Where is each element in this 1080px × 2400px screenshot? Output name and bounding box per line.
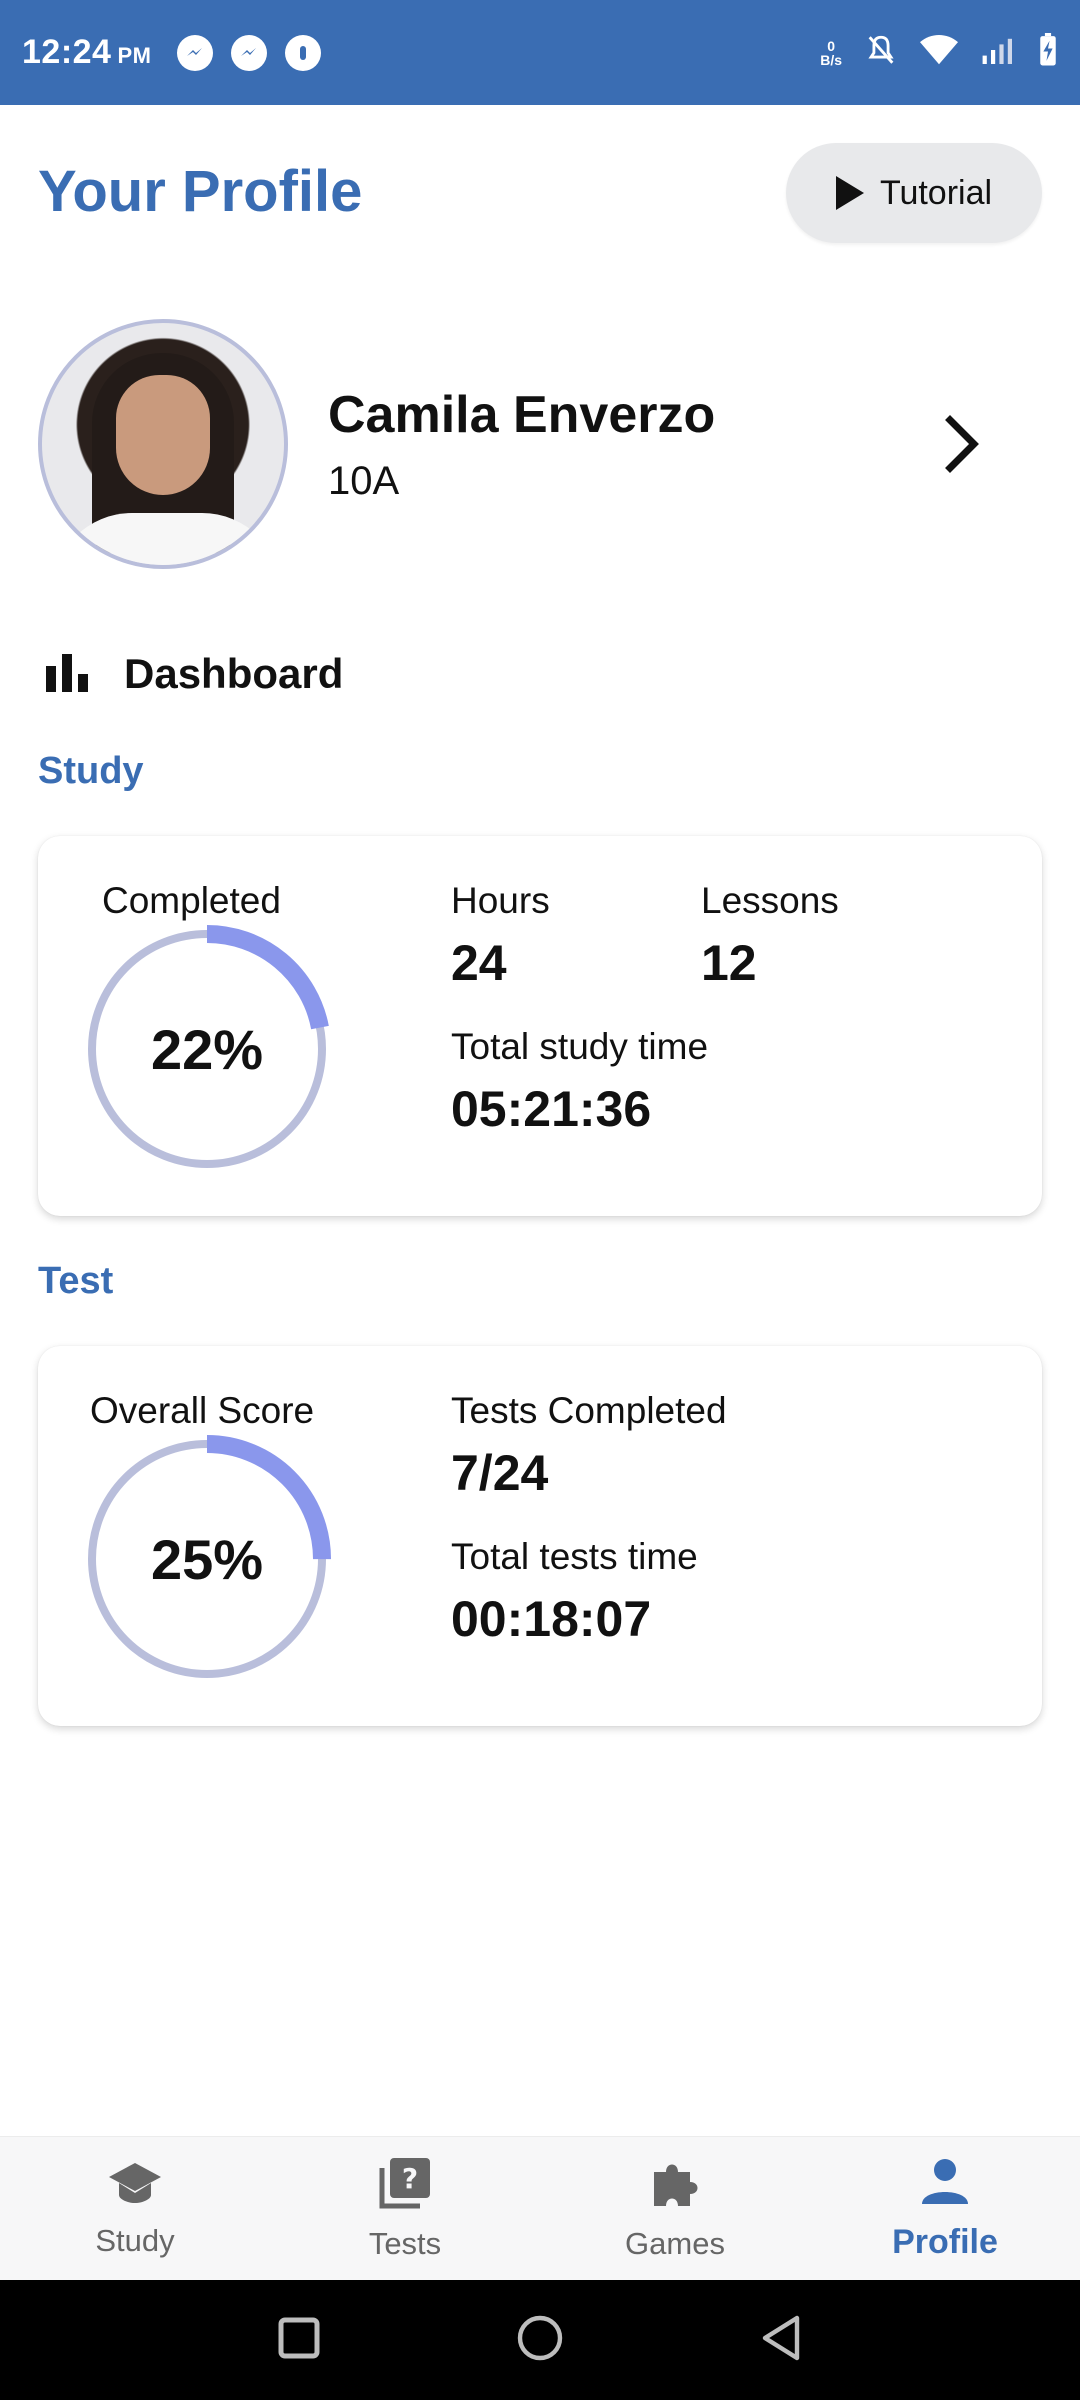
puzzle-icon [648, 2156, 702, 2218]
tests-completed-label: Tests Completed [451, 1390, 727, 1431]
back-triangle-icon[interactable] [759, 2314, 803, 2367]
overall-score-value: 25% [150, 1527, 264, 1591]
test-section-label: Test [38, 1260, 114, 1302]
svg-text:?: ? [402, 2162, 418, 2195]
bottom-nav: Study ? Tests Games Profile [0, 2136, 1080, 2280]
tests-completed-value: 7/24 [451, 1445, 549, 1501]
lessons-value: 12 [701, 935, 757, 991]
completed-label: Completed [102, 880, 281, 921]
profile-info: Camila Enverzo 10A [328, 385, 715, 504]
avatar [38, 319, 288, 569]
hours-value: 24 [451, 935, 507, 991]
recents-square-icon[interactable] [277, 2316, 321, 2365]
app-notification-icon [285, 34, 322, 71]
wifi-icon [920, 34, 958, 71]
completed-value: 22% [150, 1017, 264, 1081]
page-title: Your Profile [38, 159, 363, 224]
muted-bell-icon [864, 33, 898, 72]
messenger-icon [177, 34, 214, 71]
status-right: 0 B/s [820, 33, 1058, 72]
study-card: Completed 22% Hours 24 Lessons 12 Total … [38, 836, 1042, 1216]
nav-label-tests: Tests [368, 2225, 442, 2261]
graduation-cap-icon [107, 2159, 163, 2215]
lessons-label: Lessons [701, 880, 839, 921]
battery-icon [1038, 33, 1058, 72]
nav-label-study: Study [95, 2222, 175, 2258]
total-tests-time-value: 00:18:07 [451, 1591, 652, 1647]
status-time: 12:24 PM [22, 33, 152, 71]
profile-row[interactable]: Camila Enverzo 10A [38, 318, 1042, 570]
hours-label: Hours [451, 880, 550, 921]
total-tests-time-label: Total tests time [451, 1536, 698, 1577]
system-nav-bar [0, 2280, 1080, 2400]
notification-icons [177, 34, 322, 71]
study-section-label: Study [38, 750, 144, 792]
test-score-ring: 25% [82, 1434, 332, 1684]
play-icon [835, 176, 864, 210]
test-card: Overall Score 25% Tests Completed 7/24 T… [38, 1346, 1042, 1726]
profile-name: Camila Enverzo [328, 385, 716, 444]
home-circle-icon[interactable] [516, 2314, 564, 2367]
nav-item-study[interactable]: Study [0, 2137, 270, 2280]
messenger-icon [231, 34, 268, 71]
nav-label-profile: Profile [892, 2222, 998, 2261]
study-progress-ring: 22% [82, 924, 332, 1174]
status-bar: 12:24 PM 0 B/s [0, 0, 1080, 105]
chevron-right-icon[interactable] [942, 414, 982, 474]
nav-item-tests[interactable]: ? Tests [270, 2137, 540, 2280]
overall-score-label: Overall Score [90, 1390, 315, 1431]
bar-chart-icon [44, 652, 90, 697]
profile-class: 10A [328, 458, 400, 503]
tutorial-button[interactable]: Tutorial [786, 143, 1042, 243]
person-icon [920, 2156, 970, 2215]
nav-item-games[interactable]: Games [540, 2137, 810, 2280]
network-speed: 0 B/s [820, 37, 842, 68]
total-study-time-label: Total study time [451, 1026, 709, 1067]
tutorial-label: Tutorial [879, 173, 993, 212]
dashboard-label: Dashboard [124, 650, 344, 697]
nav-item-profile[interactable]: Profile [810, 2137, 1080, 2280]
signal-icon [980, 36, 1016, 69]
dashboard-header: Dashboard [44, 650, 343, 698]
quiz-icon: ? [378, 2156, 432, 2218]
total-study-time-value: 05:21:36 [451, 1081, 652, 1137]
nav-label-games: Games [625, 2225, 725, 2261]
